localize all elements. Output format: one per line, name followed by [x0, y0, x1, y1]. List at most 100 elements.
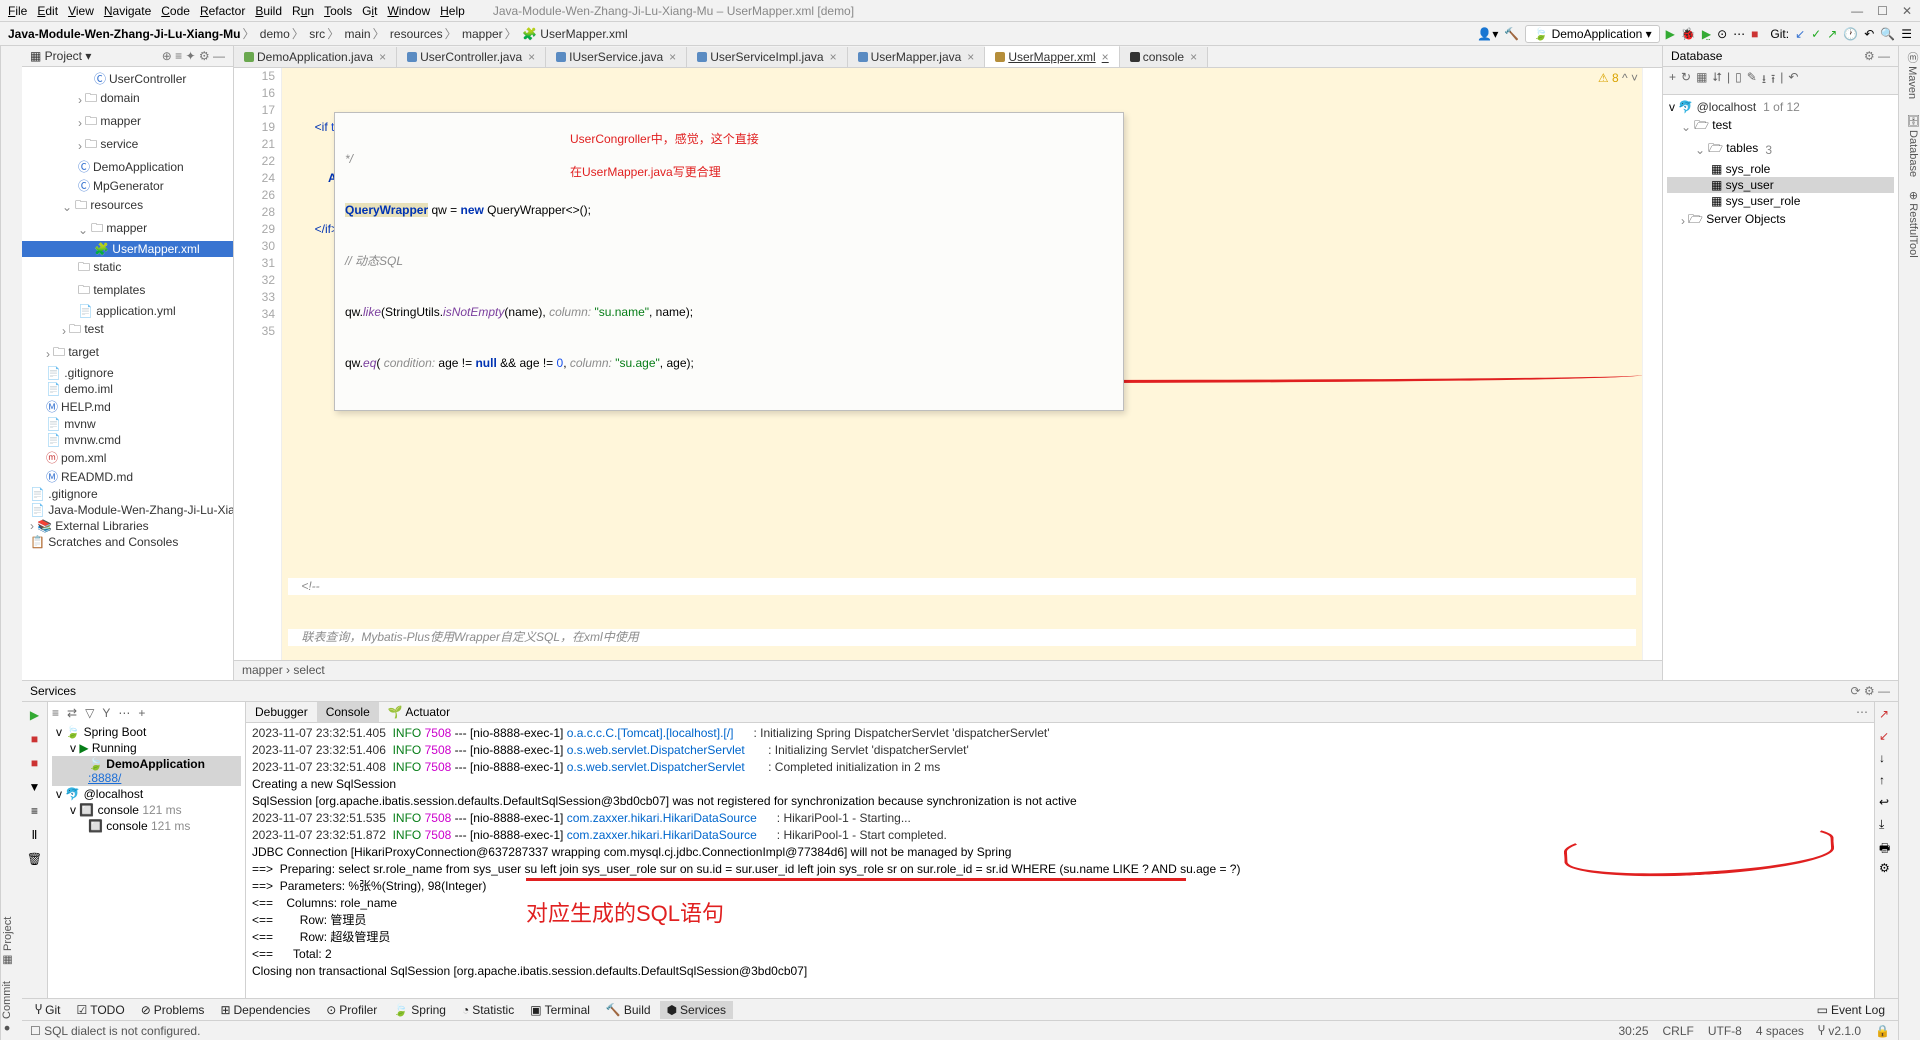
- services-refresh[interactable]: ⟳: [1850, 684, 1860, 698]
- maven-tool[interactable]: ⓜ Maven: [1899, 52, 1920, 99]
- sv-dots-icon[interactable]: ⋯: [118, 706, 130, 720]
- menu-help[interactable]: Help: [440, 4, 465, 18]
- profile-icon[interactable]: ⊙: [1717, 27, 1727, 41]
- tree-item[interactable]: Ⓜ READMD.md: [22, 467, 233, 486]
- menu-file[interactable]: File: [8, 4, 27, 18]
- git-push-icon[interactable]: ↗: [1827, 27, 1837, 41]
- sv-add-icon[interactable]: +: [138, 706, 145, 720]
- cr-scroll-icon[interactable]: ⤓: [1879, 817, 1894, 832]
- warnings-badge[interactable]: ⚠ 8: [1598, 71, 1619, 85]
- git-update-icon[interactable]: ↙: [1795, 27, 1805, 41]
- sv-y-icon[interactable]: Y: [102, 706, 110, 720]
- db-stop-icon[interactable]: ▦: [1696, 70, 1707, 91]
- tool-window-tabs[interactable]: Ⴤ Git ☑ TODO ⊘ Problems ⊞ Dependencies ⊙…: [22, 998, 1898, 1020]
- editor-breadcrumbs[interactable]: mapper › select: [234, 660, 1662, 680]
- db-rollback-icon[interactable]: ↶: [1788, 70, 1798, 91]
- tree-item[interactable]: › 📚 External Libraries: [22, 518, 233, 534]
- project-settings[interactable]: ⊕ ≡ ✦ ⚙ —: [162, 49, 225, 63]
- tree-item[interactable]: 📄 Java-Module-Wen-Zhang-Ji-Lu-Xiang-…: [22, 502, 233, 518]
- cr-up-icon[interactable]: ↗: [1879, 707, 1894, 722]
- tree-item[interactable]: Ⓒ DemoApplication: [22, 157, 233, 176]
- run-config-selector[interactable]: 🍃 DemoApplication ▾: [1525, 25, 1659, 43]
- code-editor[interactable]: ⚠ 8 ^ ˅ <if test="name != null and name …: [282, 68, 1642, 660]
- sv-collapse-icon[interactable]: ⇄: [67, 706, 77, 720]
- tree-item[interactable]: 📄 demo.iml: [22, 381, 233, 397]
- project-tree[interactable]: Ⓒ UserController› 🗀 domain› 🗀 mapper› 🗀 …: [22, 67, 233, 680]
- menu-git[interactable]: Git: [362, 4, 377, 18]
- tw-spring[interactable]: 🍃 Spring: [386, 1001, 453, 1019]
- coverage-icon[interactable]: ▶̤: [1702, 27, 1711, 41]
- tree-item[interactable]: 📄 .gitignore: [22, 365, 233, 381]
- sv-filter2-icon[interactable]: ▽: [85, 706, 94, 720]
- db-add-icon[interactable]: +: [1669, 70, 1676, 91]
- maximize-icon[interactable]: ☐: [1877, 4, 1888, 18]
- console-menu[interactable]: ⋯: [1850, 702, 1874, 722]
- tw-git[interactable]: Ⴤ Git: [28, 1001, 67, 1019]
- tw-profiler[interactable]: ⊙ Profiler: [319, 1001, 384, 1019]
- database-tree[interactable]: v 🐬 @localhost1 of 12 ⌄ 🗁 test⌄ 🗁 tables…: [1663, 95, 1898, 680]
- db-tree-item[interactable]: ▦ sys_user_role: [1667, 193, 1894, 209]
- tree-item[interactable]: ⓜ pom.xml: [22, 448, 233, 467]
- tw-problems[interactable]: ⊘ Problems: [134, 1001, 212, 1019]
- tree-item[interactable]: Ⓒ MpGenerator: [22, 176, 233, 195]
- sv-step-icon[interactable]: ≡: [27, 803, 43, 819]
- console-tabs[interactable]: Debugger Console 🌱 Actuator ⋯: [246, 702, 1874, 723]
- cr-up2-icon[interactable]: ↑: [1879, 773, 1894, 788]
- sv-run-icon[interactable]: ▶: [27, 707, 43, 723]
- rollback-icon[interactable]: ↶: [1864, 27, 1874, 41]
- sv-expand-icon[interactable]: ≡: [52, 706, 59, 720]
- cr-settings-icon[interactable]: ⚙: [1879, 861, 1894, 876]
- tree-item[interactable]: ⌄ 🗀 mapper: [22, 218, 233, 241]
- tw-todo[interactable]: ☑ TODO: [69, 1001, 131, 1019]
- minimize-icon[interactable]: —: [1851, 4, 1863, 18]
- stop-icon[interactable]: ■: [1751, 27, 1758, 41]
- db-hide[interactable]: ⚙ —: [1864, 49, 1890, 63]
- menu-tools[interactable]: Tools: [324, 4, 352, 18]
- tree-item[interactable]: ⌄ 🗀 resources: [22, 195, 233, 218]
- tab-debugger[interactable]: Debugger: [246, 702, 317, 722]
- editor-tab[interactable]: IUserService.java×: [546, 47, 687, 67]
- user-icon[interactable]: 👤▾: [1477, 27, 1498, 41]
- breadcrumb[interactable]: Java-Module-Wen-Zhang-Ji-Lu-Xiang-Mu〉 de…: [8, 25, 628, 42]
- tree-item[interactable]: 📄 application.yml: [22, 303, 233, 319]
- editor-tab[interactable]: UserController.java×: [397, 47, 546, 67]
- tree-item[interactable]: › 🗀 target: [22, 342, 233, 365]
- restful-tool[interactable]: ⊕ RestfulTool: [1899, 191, 1920, 258]
- encoding[interactable]: UTF-8: [1708, 1024, 1742, 1038]
- tw-deps[interactable]: ⊞ Dependencies: [213, 1001, 317, 1019]
- event-log[interactable]: ▭ Event Log: [1810, 1001, 1892, 1019]
- editor-tab[interactable]: UserMapper.xml×: [985, 46, 1119, 68]
- caret-position[interactable]: 30:25: [1618, 1024, 1648, 1038]
- menu-run[interactable]: Run: [292, 4, 314, 18]
- app-url[interactable]: :8888/: [88, 771, 121, 785]
- tab-actuator[interactable]: 🌱 Actuator: [379, 702, 459, 722]
- services-gear[interactable]: ⚙: [1864, 684, 1875, 698]
- commit-tool[interactable]: ● Commit: [1, 981, 22, 1034]
- ide-settings-icon[interactable]: ☰: [1901, 27, 1912, 41]
- database-toolbar[interactable]: + ↻ ▦ ⮃ | ▯ ✎ ⭳ ⭱ | ↶: [1663, 67, 1898, 95]
- editor-tab[interactable]: UserServiceImpl.java×: [687, 47, 847, 67]
- db-diff-icon[interactable]: ⮃: [1712, 70, 1722, 91]
- console-right-toolbar[interactable]: ↗ ↙ ↓ ↑ ↩ ⤓ 🖶 ⚙: [1874, 702, 1898, 998]
- tw-services[interactable]: ⬢ Services: [660, 1001, 734, 1019]
- tree-item[interactable]: 📄 .gitignore: [22, 486, 233, 502]
- run-icon[interactable]: ▶: [1666, 27, 1675, 41]
- cr-print-icon[interactable]: 🖶: [1879, 839, 1894, 854]
- db-tree-item[interactable]: ▦ sys_user: [1667, 177, 1894, 193]
- close-icon[interactable]: ✕: [1902, 4, 1912, 18]
- cr-down-icon[interactable]: ↓: [1879, 751, 1894, 766]
- tree-item[interactable]: › 🗀 service: [22, 134, 233, 157]
- tree-item[interactable]: › 🗀 test: [22, 319, 233, 342]
- db-table-icon[interactable]: ✎: [1747, 70, 1757, 91]
- search-icon[interactable]: 🔍: [1880, 27, 1895, 41]
- cr-wrap-icon[interactable]: ↩: [1879, 795, 1894, 810]
- project-title[interactable]: ▦ Project ▾: [30, 49, 91, 63]
- editor-tabs[interactable]: DemoApplication.java×UserController.java…: [234, 46, 1662, 68]
- console-output[interactable]: 2023-11-07 23:32:51.405 INFO 7508 --- [n…: [246, 723, 1874, 998]
- menu-view[interactable]: View: [68, 4, 94, 18]
- plugin-ver[interactable]: v2.1.0: [1828, 1024, 1861, 1038]
- sv-pause-icon[interactable]: Ⅱ: [27, 827, 43, 843]
- menu-code[interactable]: Code: [161, 4, 190, 18]
- sv-trash-icon[interactable]: 🗑: [27, 851, 43, 867]
- cr-expand[interactable]: ↙: [1879, 729, 1894, 744]
